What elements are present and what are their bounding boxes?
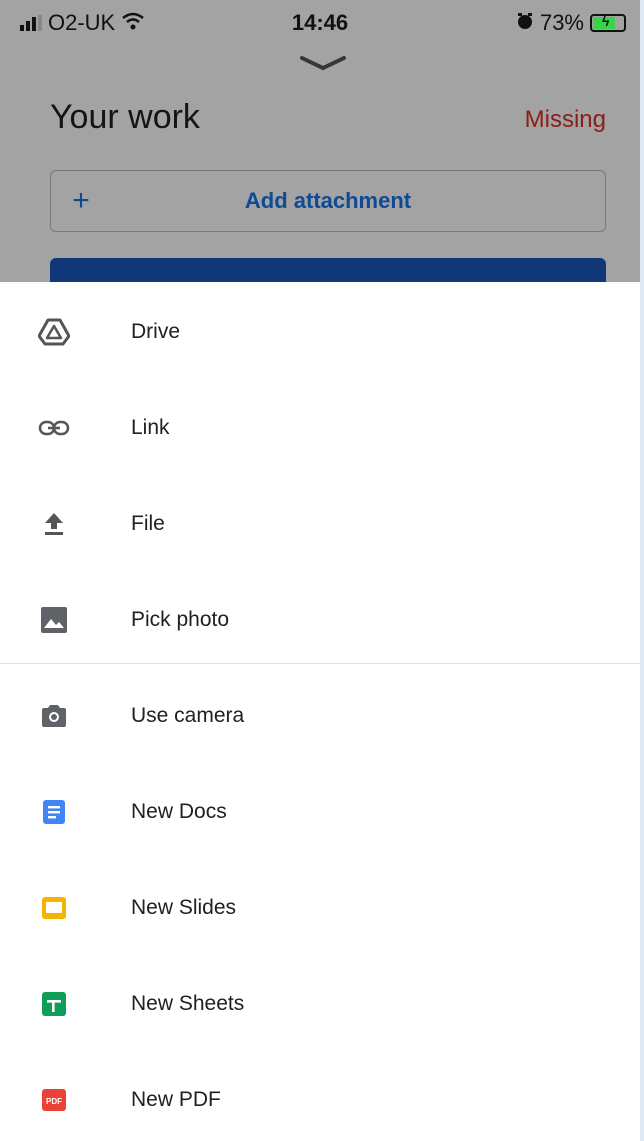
menu-item-new-docs[interactable]: New Docs xyxy=(0,764,640,860)
menu-item-drive[interactable]: Drive xyxy=(0,284,640,380)
menu-item-new-sheets[interactable]: New Sheets xyxy=(0,956,640,1052)
menu-item-label: New Sheets xyxy=(131,992,245,1015)
pdf-badge-text: PDF xyxy=(46,1097,62,1106)
menu-item-link[interactable]: Link xyxy=(0,380,640,476)
attachment-menu-sheet: Drive Link File Pick photo Use camera Ne… xyxy=(0,282,640,1141)
menu-item-pick-photo[interactable]: Pick photo xyxy=(0,572,640,668)
menu-item-label: File xyxy=(131,512,165,535)
menu-item-label: New Slides xyxy=(131,896,237,919)
menu-item-label: Link xyxy=(131,416,170,439)
slides-icon xyxy=(38,892,70,924)
menu-item-new-pdf[interactable]: PDF New PDF xyxy=(0,1052,640,1141)
sheets-icon xyxy=(38,988,70,1020)
photo-icon xyxy=(38,604,70,636)
menu-item-label: New PDF xyxy=(131,1088,221,1111)
menu-item-label: Use camera xyxy=(131,704,245,727)
docs-icon xyxy=(38,796,70,828)
drive-icon xyxy=(38,316,70,348)
link-icon xyxy=(38,412,70,444)
menu-item-label: New Docs xyxy=(131,800,227,823)
menu-item-file[interactable]: File xyxy=(0,476,640,572)
battery-icon: ϟ xyxy=(590,13,626,32)
upload-icon xyxy=(38,508,70,540)
menu-item-label: Drive xyxy=(131,320,181,343)
menu-item-use-camera[interactable]: Use camera xyxy=(0,668,640,764)
menu-item-new-slides[interactable]: New Slides xyxy=(0,860,640,956)
pdf-icon: PDF xyxy=(38,1084,70,1116)
camera-icon xyxy=(38,700,70,732)
menu-item-label: Pick photo xyxy=(131,608,230,631)
alarm-icon xyxy=(516,10,534,36)
menu-divider xyxy=(0,663,640,664)
battery-percent: 73% xyxy=(539,10,584,35)
phone-screen: Your work Missing + Add attachment O2-UK… xyxy=(0,0,640,1141)
status-bar: O2-UK 14:46 73% ϟ xyxy=(0,0,640,44)
